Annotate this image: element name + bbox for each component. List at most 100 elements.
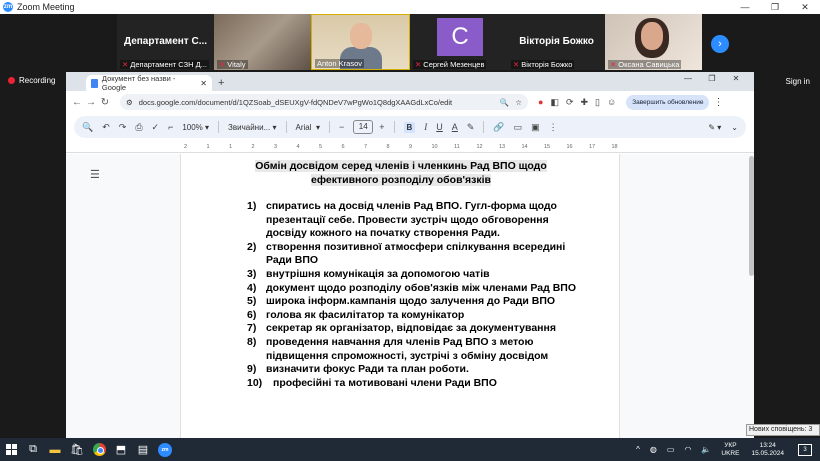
extensions-puzzle-icon[interactable]: ✚ xyxy=(581,97,589,108)
zoom-select[interactable]: 100% ▾ xyxy=(182,123,209,132)
language-indicator[interactable]: УКР UKRE xyxy=(721,442,739,458)
tab-strip: Документ без назви - Google ✕ + — ❐ ✕ xyxy=(66,72,754,92)
collapse-toolbar-icon[interactable]: ⌄ xyxy=(731,123,738,132)
extension-icon[interactable]: ⟳ xyxy=(566,97,574,108)
redo-icon[interactable]: ↷ xyxy=(119,122,127,133)
document-heading: Обмін досвідом серед членів і членкинь Р… xyxy=(255,160,547,186)
link-icon[interactable]: 🔗 xyxy=(493,122,504,133)
gallery-next-icon[interactable]: › xyxy=(711,35,729,53)
chrome-menu-icon[interactable]: ⋮ xyxy=(713,97,723,108)
decrease-font-icon[interactable]: − xyxy=(339,122,344,132)
reload-icon[interactable]: ↻ xyxy=(98,97,112,108)
participant-big-name: Департамент С... xyxy=(123,36,208,47)
ruler-label: 18 xyxy=(611,144,618,150)
task-view-icon[interactable]: ⧉ xyxy=(22,438,44,461)
update-button[interactable]: Завершить обновление xyxy=(626,94,710,110)
list-item-number: 8) xyxy=(247,335,257,348)
close-button[interactable]: ✕ xyxy=(790,0,820,14)
url-text: docs.google.com/document/d/1QZSoab_dSEUX… xyxy=(138,97,453,107)
app-tray-icon[interactable]: ◍ xyxy=(650,445,657,454)
zoom-lens-icon[interactable]: 🔍 xyxy=(500,98,509,107)
sidepanel-icon[interactable]: ▯ xyxy=(595,97,600,108)
new-tab-icon[interactable]: + xyxy=(218,75,224,91)
mic-muted-icon: ✕ xyxy=(415,60,422,69)
bold-button[interactable]: B xyxy=(403,121,416,133)
comment-icon[interactable]: ▭ xyxy=(514,122,523,133)
browser-tab-active[interactable]: Документ без назви - Google ✕ xyxy=(86,74,212,92)
list-item: 9) визначити фокус Ради та план роботи. xyxy=(247,363,587,377)
clock[interactable]: 13:24 15.05.2024 xyxy=(751,442,784,458)
list-item-number: 2) xyxy=(247,240,257,253)
list-item-text: спиратись на досвід членів Рад ВПО. Гугл… xyxy=(266,200,557,240)
underline-button[interactable]: U xyxy=(436,122,443,132)
profile-avatar-icon[interactable]: ☺ xyxy=(607,97,616,108)
chrome-close-button[interactable]: ✕ xyxy=(724,74,748,83)
participant-tile-active-speaker[interactable]: Anton Krasov xyxy=(311,14,410,70)
font-select[interactable]: Arial ▾ xyxy=(296,123,320,132)
list-item-text: проведення навчання для членів Рад ВПО з… xyxy=(266,335,549,362)
url-input[interactable]: ⚙ docs.google.com/document/d/1QZSoab_dSE… xyxy=(120,94,528,110)
highlight-icon[interactable]: ✎ xyxy=(467,122,475,133)
participant-tile[interactable]: ✕ Оксана Савицька xyxy=(605,14,702,70)
ruler-label: 1 xyxy=(206,144,210,150)
participant-tile[interactable]: Вікторія Божко ✕ Вікторія Божко xyxy=(508,14,605,70)
spellcheck-icon[interactable]: ✓ xyxy=(152,122,160,133)
app-taskbar-icon[interactable]: ▤ xyxy=(132,438,154,461)
network-icon[interactable]: ▭ xyxy=(667,445,675,454)
participant-tile[interactable]: ✕ Vitaly xyxy=(214,14,311,70)
extension-icon[interactable]: ● xyxy=(538,97,543,108)
notifications-icon[interactable]: 3 xyxy=(798,443,812,456)
list-item-number: 1) xyxy=(247,200,257,212)
list-item-number: 4) xyxy=(247,281,257,294)
volume-icon[interactable]: 🔈 xyxy=(701,445,711,454)
list-item-text: створення позитивної атмосфери спілкуван… xyxy=(266,240,566,267)
forward-icon[interactable]: → xyxy=(84,97,98,108)
undo-icon[interactable]: ↶ xyxy=(102,122,110,133)
sign-in-link[interactable]: Sign in xyxy=(786,77,810,86)
back-icon[interactable]: ← xyxy=(70,97,84,108)
list-item-number: 6) xyxy=(247,308,257,321)
app-taskbar-icon[interactable]: ⬒ xyxy=(110,438,132,461)
store-icon[interactable]: 🛍 xyxy=(66,438,88,461)
document-outline-icon[interactable]: ☰ xyxy=(90,168,100,181)
minimize-button[interactable]: — xyxy=(730,0,760,14)
style-select[interactable]: Звичайни... ▾ xyxy=(228,123,276,132)
toolbar-divider xyxy=(218,121,220,133)
document-page[interactable]: Обмін досвідом серед членів і членкинь Р… xyxy=(180,154,620,438)
zoom-taskbar-icon[interactable]: zm xyxy=(154,438,176,461)
site-info-icon[interactable]: ⚙ xyxy=(126,98,133,107)
chrome-maximize-button[interactable]: ❐ xyxy=(700,74,724,83)
more-options-icon[interactable]: ⋮ xyxy=(549,122,558,133)
bookmark-star-icon[interactable]: ☆ xyxy=(515,98,522,107)
participant-tile[interactable]: Департамент С... ✕ Департамент СЗН Д... xyxy=(117,14,214,70)
chrome-taskbar-icon[interactable] xyxy=(88,438,110,461)
wifi-icon[interactable]: ◠ xyxy=(684,445,691,454)
list-item: 4) документ щодо розподілу обов'язків між… xyxy=(247,282,587,296)
search-menus-icon[interactable]: 🔍 xyxy=(82,122,93,133)
vertical-scrollbar[interactable] xyxy=(749,156,754,276)
image-icon[interactable]: ▣ xyxy=(531,122,540,133)
list-item-text: секретар як організатор, відповідає за д… xyxy=(266,322,556,335)
font-size-input[interactable]: 14 xyxy=(353,120,374,134)
increase-font-icon[interactable]: + xyxy=(379,122,384,132)
docs-toolbar: 🔍 ↶ ↷ ⎙ ✓ ⌐ 100% ▾ Звичайни... ▾ Arial ▾… xyxy=(74,116,746,138)
recording-indicator[interactable]: Recording xyxy=(8,76,55,85)
italic-button[interactable]: I xyxy=(424,122,427,132)
tab-close-icon[interactable]: ✕ xyxy=(200,79,207,88)
paint-format-icon[interactable]: ⌐ xyxy=(168,122,173,132)
participant-tile[interactable]: С ✕ Сергей Мезенцев xyxy=(410,14,508,70)
participant-video xyxy=(641,22,663,50)
maximize-button[interactable]: ❐ xyxy=(760,0,790,14)
ruler-label: 17 xyxy=(589,144,596,150)
print-icon[interactable]: ⎙ xyxy=(135,122,142,133)
windows-start-icon[interactable] xyxy=(0,438,22,461)
show-hidden-icons-icon[interactable]: ^ xyxy=(636,445,640,454)
ruler-label: 4 xyxy=(296,144,300,150)
extension-icon[interactable]: ◧ xyxy=(550,97,559,108)
file-explorer-icon[interactable]: ▬ xyxy=(44,438,66,461)
text-color-icon[interactable]: A xyxy=(452,122,458,132)
editing-mode-icon[interactable]: ✎ ▾ xyxy=(708,123,721,132)
list-item: 2) створення позитивної атмосфери спілкув… xyxy=(247,241,587,268)
chrome-minimize-button[interactable]: — xyxy=(676,74,700,83)
zoom-window-title: Zoom Meeting xyxy=(17,2,75,12)
